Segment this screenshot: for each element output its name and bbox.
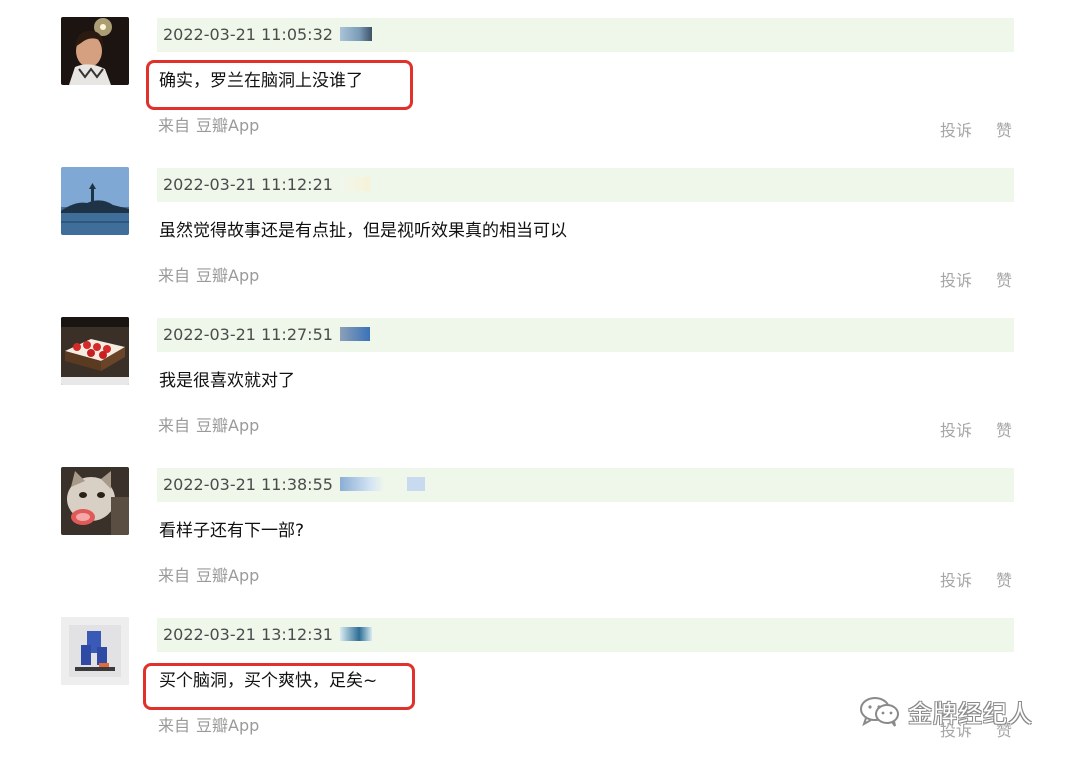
comment-timestamp: 2022-03-21 11:38:55 bbox=[163, 475, 333, 494]
report-button[interactable]: 投诉 bbox=[940, 567, 972, 591]
comment-source: 来自 豆瓣App bbox=[158, 712, 259, 736]
comment-source: 来自 豆瓣App bbox=[158, 412, 259, 436]
comment-timestamp: 2022-03-21 11:27:51 bbox=[163, 325, 333, 344]
like-button[interactable]: 赞 bbox=[996, 117, 1012, 141]
watermark-text: 金牌经纪人 bbox=[908, 699, 1033, 728]
comment-item: 2022-03-21 11:12:21 虽然觉得故事还是有点扯，但是视听效果真的… bbox=[0, 150, 1080, 300]
avatar[interactable] bbox=[61, 467, 129, 535]
comment-meta-bar: 2022-03-21 13:12:31 bbox=[157, 618, 1014, 652]
source-app: 豆瓣App bbox=[196, 716, 260, 735]
watermark: 金牌经纪人 bbox=[858, 694, 1033, 728]
avatar[interactable] bbox=[61, 617, 129, 685]
source-prefix: 来自 bbox=[158, 716, 191, 735]
blurred-username bbox=[340, 627, 372, 641]
comment-source: 来自 豆瓣App bbox=[158, 562, 259, 586]
comment-timestamp: 2022-03-21 11:12:21 bbox=[163, 175, 333, 194]
like-button[interactable]: 赞 bbox=[996, 267, 1012, 291]
comment-text: 虽然觉得故事还是有点扯，但是视听效果真的相当可以 bbox=[159, 221, 567, 241]
comment-meta-bar: 2022-03-21 11:27:51 bbox=[157, 318, 1014, 352]
comment-source: 来自 豆瓣App bbox=[158, 262, 259, 286]
source-app: 豆瓣App bbox=[196, 566, 260, 585]
report-button[interactable]: 投诉 bbox=[940, 267, 972, 291]
comment-text: 看样子还有下一部? bbox=[159, 521, 305, 541]
strawberry-cake-avatar-image bbox=[61, 317, 129, 385]
comment-timestamp: 2022-03-21 13:12:31 bbox=[163, 625, 333, 644]
avatar[interactable] bbox=[61, 17, 129, 85]
source-prefix: 来自 bbox=[158, 566, 191, 585]
comment-meta-bar: 2022-03-21 11:05:32 bbox=[157, 18, 1014, 52]
source-prefix: 来自 bbox=[158, 266, 191, 285]
woman-sparkler-avatar-image bbox=[61, 17, 129, 85]
avatar[interactable] bbox=[61, 167, 129, 235]
comment-source: 来自 豆瓣App bbox=[158, 112, 259, 136]
blue-figure-avatar-image bbox=[61, 617, 129, 685]
blurred-username bbox=[340, 477, 384, 491]
comment-item: 2022-03-21 11:27:51 我是很喜欢就对了 来自 豆瓣App 投诉 … bbox=[0, 300, 1080, 450]
highlight-box bbox=[146, 60, 413, 110]
highlight-box bbox=[143, 663, 415, 710]
blurred-username bbox=[340, 27, 372, 41]
blurred-username bbox=[340, 177, 370, 191]
wechat-icon bbox=[860, 697, 899, 727]
source-prefix: 来自 bbox=[158, 416, 191, 435]
comment-text: 我是很喜欢就对了 bbox=[159, 371, 295, 391]
report-button[interactable]: 投诉 bbox=[940, 117, 972, 141]
avatar[interactable] bbox=[61, 317, 129, 385]
comment-meta-bar: 2022-03-21 11:38:55 bbox=[157, 468, 1014, 502]
report-button[interactable]: 投诉 bbox=[940, 417, 972, 441]
source-app: 豆瓣App bbox=[196, 416, 260, 435]
lake-pagoda-avatar-image bbox=[61, 167, 129, 235]
blurred-username bbox=[407, 477, 425, 491]
like-button[interactable]: 赞 bbox=[996, 417, 1012, 441]
blurred-username bbox=[340, 327, 370, 341]
comment-timestamp: 2022-03-21 11:05:32 bbox=[163, 25, 333, 44]
comment-meta-bar: 2022-03-21 11:12:21 bbox=[157, 168, 1014, 202]
like-button[interactable]: 赞 bbox=[996, 567, 1012, 591]
comment-item: 2022-03-21 11:38:55 看样子还有下一部? 来自 豆瓣App 投诉… bbox=[0, 450, 1080, 600]
source-app: 豆瓣App bbox=[196, 116, 260, 135]
cat-avatar-image bbox=[61, 467, 129, 535]
source-prefix: 来自 bbox=[158, 116, 191, 135]
source-app: 豆瓣App bbox=[196, 266, 260, 285]
